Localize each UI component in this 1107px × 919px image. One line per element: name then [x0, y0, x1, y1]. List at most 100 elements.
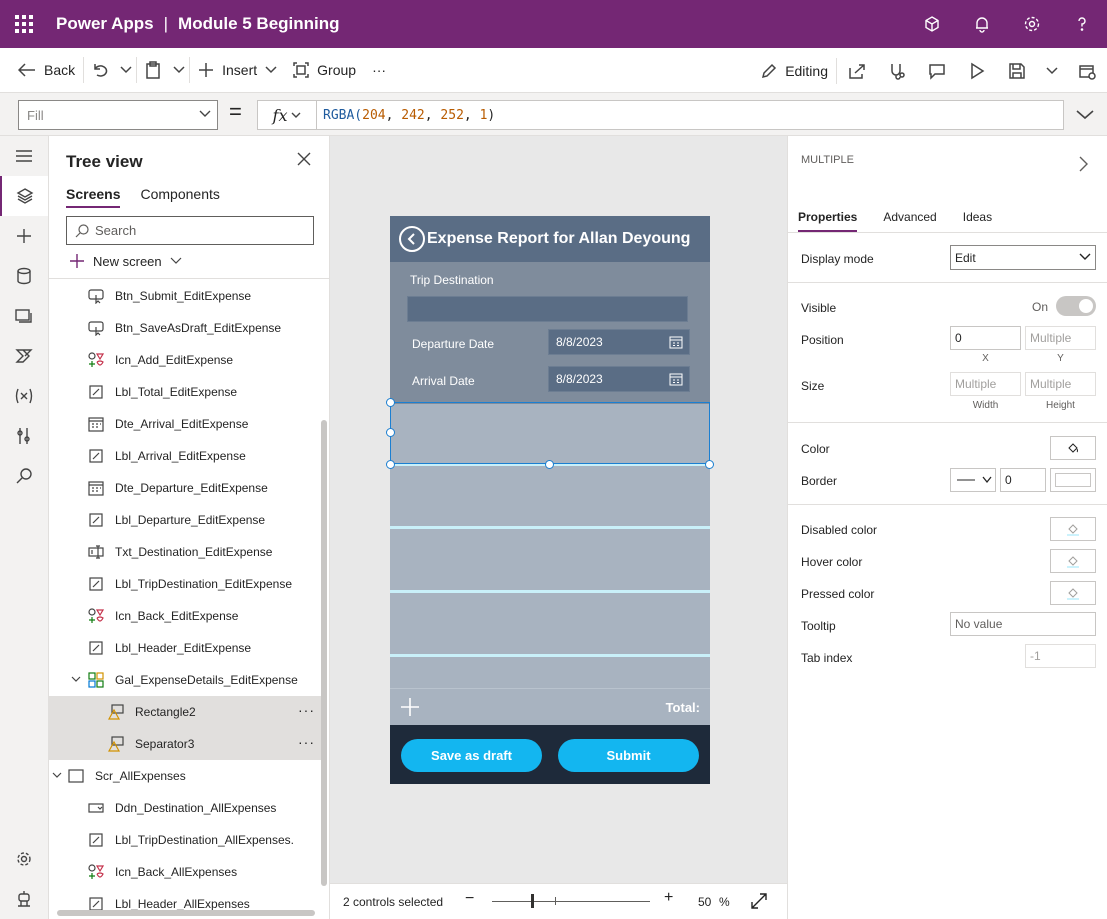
- undo-button[interactable]: [84, 48, 116, 93]
- hover-color-picker[interactable]: [1050, 549, 1096, 573]
- tab-advanced[interactable]: Advanced: [883, 210, 936, 232]
- insert-button[interactable]: Insert: [190, 48, 285, 93]
- tree-view-icon[interactable]: [0, 176, 48, 216]
- zoom-slider[interactable]: [492, 901, 650, 902]
- tree-node[interactable]: Lbl_TripDestination_EditExpense: [49, 568, 321, 600]
- tree-node[interactable]: Lbl_Header_EditExpense: [49, 632, 321, 664]
- media-icon[interactable]: [0, 296, 48, 336]
- tree-node[interactable]: Btn_Submit_EditExpense: [49, 280, 321, 312]
- play-icon[interactable]: [957, 48, 997, 93]
- gallery-row[interactable]: [390, 593, 710, 655]
- tree-node[interactable]: Dte_Departure_EditExpense: [49, 472, 321, 504]
- tree-node[interactable]: Lbl_Header_AllExpenses: [49, 888, 321, 910]
- more-options-icon[interactable]: ···: [298, 702, 315, 718]
- search-input[interactable]: Search: [66, 216, 314, 245]
- tree-horizontal-scrollbar[interactable]: [57, 910, 315, 916]
- gallery-row[interactable]: [390, 466, 710, 528]
- app-launcher-icon[interactable]: [0, 0, 48, 48]
- chevron-right-icon[interactable]: [1079, 156, 1089, 172]
- destination-input[interactable]: [407, 296, 688, 322]
- gear-icon[interactable]: [1007, 0, 1057, 48]
- tree-node[interactable]: Lbl_TripDestination_AllExpenses.: [49, 824, 321, 856]
- tree-node[interactable]: Icn_Back_EditExpense: [49, 600, 321, 632]
- add-icon[interactable]: [400, 697, 420, 717]
- environment-icon[interactable]: [907, 0, 957, 48]
- app-name[interactable]: Module 5 Beginning: [178, 14, 340, 34]
- tab-screens[interactable]: Screens: [66, 186, 121, 208]
- zoom-value[interactable]: 50: [698, 895, 711, 909]
- group-button[interactable]: Group: [285, 48, 364, 93]
- resize-handle[interactable]: [545, 460, 554, 469]
- more-commands-button[interactable]: ···: [364, 48, 394, 93]
- tree-node[interactable]: Lbl_Total_EditExpense: [49, 376, 321, 408]
- close-icon[interactable]: [297, 152, 311, 169]
- help-icon[interactable]: [1057, 0, 1107, 48]
- settings-icon[interactable]: [0, 839, 48, 879]
- tree-node[interactable]: Lbl_Arrival_EditExpense: [49, 440, 321, 472]
- tree-node[interactable]: Btn_SaveAsDraft_EditExpense: [49, 312, 321, 344]
- app-screen-preview[interactable]: Expense Report for Allan Deyoung Trip De…: [386, 216, 714, 784]
- tree-node-selected[interactable]: Separator3 ···: [49, 728, 321, 760]
- tab-properties[interactable]: Properties: [798, 210, 858, 232]
- more-options-icon[interactable]: ···: [298, 734, 315, 750]
- tree-node-selected[interactable]: Rectangle2 ···: [49, 696, 321, 728]
- tooltip-input[interactable]: No value: [950, 612, 1096, 636]
- border-color-picker[interactable]: [1050, 468, 1096, 492]
- pressed-color-picker[interactable]: [1050, 581, 1096, 605]
- tab-ideas[interactable]: Ideas: [963, 210, 992, 232]
- resize-handle[interactable]: [705, 460, 714, 469]
- fit-to-window-icon[interactable]: [751, 893, 767, 909]
- virtual-agent-icon[interactable]: [0, 879, 48, 919]
- tree-node[interactable]: Dte_Arrival_EditExpense: [49, 408, 321, 440]
- zoom-out-button[interactable]: −: [465, 890, 474, 908]
- tree-node[interactable]: Icn_Add_EditExpense: [49, 344, 321, 376]
- tree-node[interactable]: Lbl_Departure_EditExpense: [49, 504, 321, 536]
- property-dropdown[interactable]: Fill: [18, 100, 218, 130]
- position-x-input[interactable]: 0: [950, 326, 1021, 350]
- tab-components[interactable]: Components: [140, 186, 219, 208]
- expand-formula-icon[interactable]: [1070, 100, 1100, 130]
- menu-icon[interactable]: [0, 136, 48, 176]
- chevron-down-icon[interactable]: [52, 772, 62, 779]
- bell-icon[interactable]: [957, 0, 1007, 48]
- zoom-in-button[interactable]: +: [664, 889, 673, 907]
- comments-icon[interactable]: [917, 48, 957, 93]
- color-picker[interactable]: [1050, 436, 1096, 460]
- new-screen-button[interactable]: New screen: [69, 253, 182, 269]
- formula-input[interactable]: RGBA(204, 242, 252, 1): [316, 100, 1064, 130]
- gallery-row[interactable]: [390, 657, 710, 688]
- zoom-slider-thumb[interactable]: [531, 894, 534, 908]
- data-icon[interactable]: [0, 256, 48, 296]
- paste-button[interactable]: [137, 48, 169, 93]
- tab-index-input[interactable]: -1: [1025, 644, 1096, 668]
- disabled-color-picker[interactable]: [1050, 517, 1096, 541]
- share-icon[interactable]: [837, 48, 877, 93]
- position-y-input[interactable]: Multiple: [1025, 326, 1096, 350]
- app-checker-icon[interactable]: [877, 48, 917, 93]
- tree-vertical-scrollbar[interactable]: [321, 420, 327, 886]
- back-button[interactable]: Back: [0, 48, 83, 93]
- search-icon[interactable]: [0, 456, 48, 496]
- gallery-row[interactable]: [390, 529, 710, 591]
- tree-node[interactable]: Gal_ExpenseDetails_EditExpense: [49, 664, 321, 696]
- advanced-tools-icon[interactable]: [0, 416, 48, 456]
- resize-handle[interactable]: [386, 460, 395, 469]
- display-mode-dropdown[interactable]: Edit: [950, 245, 1096, 270]
- width-input[interactable]: Multiple: [950, 372, 1021, 396]
- editing-button[interactable]: Editing: [753, 48, 836, 93]
- border-style-dropdown[interactable]: [950, 468, 996, 492]
- height-input[interactable]: Multiple: [1025, 372, 1096, 396]
- save-icon[interactable]: [997, 48, 1037, 93]
- arrival-date-picker[interactable]: 8/8/2023: [548, 366, 690, 392]
- tree-node[interactable]: Scr_AllExpenses: [49, 760, 321, 792]
- save-as-draft-button[interactable]: Save as draft: [401, 739, 542, 772]
- visible-toggle[interactable]: [1056, 296, 1096, 316]
- undo-menu-button[interactable]: [116, 48, 136, 93]
- resize-handle[interactable]: [386, 428, 395, 437]
- back-icon[interactable]: [399, 226, 425, 252]
- resize-handle[interactable]: [386, 398, 395, 407]
- chevron-down-icon[interactable]: [71, 676, 81, 683]
- departure-date-picker[interactable]: 8/8/2023: [548, 329, 690, 355]
- save-menu-icon[interactable]: [1037, 48, 1067, 93]
- variables-icon[interactable]: [0, 376, 48, 416]
